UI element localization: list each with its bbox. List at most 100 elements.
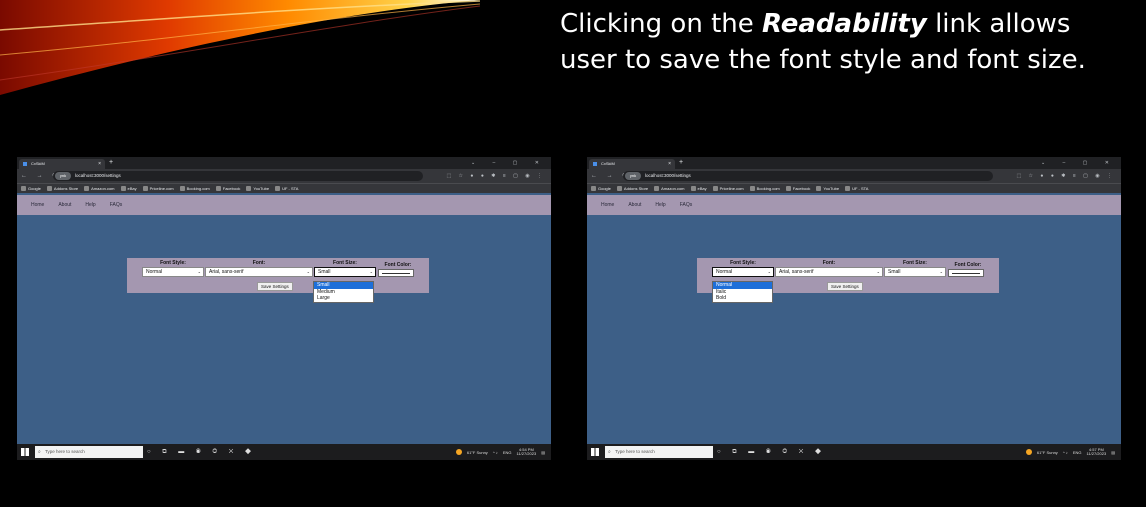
bookmark[interactable]: Facebook [785, 184, 810, 193]
bookmark[interactable]: Priceline.com [142, 184, 174, 193]
bookmark[interactable]: Facebook [215, 184, 240, 193]
tab-close-icon[interactable]: × [668, 159, 671, 169]
font-style-field: Font Style: Normal ⌄ [712, 260, 774, 277]
bookmark[interactable]: YouTube [246, 184, 269, 193]
font-color-input[interactable] [948, 269, 984, 277]
taskbar-search[interactable]: ⌕ Type here to search [35, 446, 143, 458]
font-style-select[interactable]: Normal ⌄ [142, 267, 204, 277]
bookmark-icon [275, 186, 281, 191]
font-size-select[interactable]: Small ⌄ [884, 267, 946, 277]
caption-before: Clicking on the [560, 9, 763, 39]
favicon-icon [23, 162, 27, 166]
bookmark-icon [215, 186, 221, 191]
font-style-label: Font Style: [160, 260, 186, 266]
bookmark[interactable]: Priceline.com [712, 184, 744, 193]
color-swatch [382, 273, 410, 274]
bookmark-icon [179, 186, 185, 191]
language-indicator[interactable]: ENG [503, 450, 512, 455]
tab-close-icon[interactable]: × [98, 159, 101, 169]
url-text: localhost:3000/settings [645, 173, 691, 178]
bookmark[interactable]: YouTube [816, 184, 839, 193]
chevron-down-icon: ⌄ [306, 269, 310, 274]
extension-icons[interactable]: ⬚ ☆ ● ● ✱ ≡ ▢ ◉ ⋮ [1016, 169, 1115, 183]
nav-help-link[interactable]: Help [655, 195, 665, 215]
bookmark-icon [749, 186, 755, 191]
taskbar-apps[interactable]: ○ ⧉ ▬ ◉ ◎ ✕ ◆ [717, 444, 826, 460]
dropdown-option[interactable]: Large [314, 295, 373, 302]
profile-badge[interactable]: ynk [625, 172, 641, 180]
nav-help-link[interactable]: Help [85, 195, 95, 215]
favicon-icon [593, 162, 597, 166]
font-color-label: Font Color: [954, 262, 982, 268]
font-select[interactable]: Arial, sans-serif ⌄ [775, 267, 883, 277]
bookmark[interactable]: Booking.com [179, 184, 210, 193]
clock[interactable]: 4:57 PM 11/27/2023 [1086, 447, 1106, 457]
color-swatch [952, 273, 980, 274]
save-settings-button[interactable]: Save Settings [257, 282, 293, 291]
windows-start-icon[interactable] [21, 448, 29, 456]
font-label: Font: [822, 260, 836, 266]
address-bar[interactable]: ynk localhost:3000/settings [53, 171, 423, 181]
notification-icon[interactable]: ▤ [1111, 450, 1115, 455]
bookmark[interactable]: UF - STA [275, 184, 298, 193]
save-settings-button[interactable]: Save Settings [827, 282, 863, 291]
nav-about-link[interactable]: About [58, 195, 71, 215]
font-size-label: Font Size: [903, 260, 927, 266]
browser-tab[interactable]: CxSkiM × [589, 159, 675, 169]
tray-icons[interactable]: ^ ♪ [493, 450, 498, 455]
bookmark-icon [654, 186, 660, 191]
nav-faqs-link[interactable]: FAQs [110, 195, 123, 215]
bookmark[interactable]: Booking.com [749, 184, 780, 193]
tab-title: CxSkiM [601, 161, 615, 166]
decorative-swoosh [0, 0, 480, 95]
tab-title: CxSkiM [31, 161, 45, 166]
bookmark-icon [785, 186, 791, 191]
bookmark[interactable]: Amazon.com [84, 184, 115, 193]
slide-caption: Clicking on the Readability link allows … [560, 6, 1120, 78]
font-select[interactable]: Arial, sans-serif ⌄ [205, 267, 313, 277]
caption-keyword: Readability [762, 9, 927, 39]
windows-start-icon[interactable] [591, 448, 599, 456]
nav-home-link[interactable]: Home [31, 195, 44, 215]
nav-home-link[interactable]: Home [601, 195, 614, 215]
browser-toolbar: ← → ⟳ ynk localhost:3000/settings ⬚ ☆ ● … [17, 169, 551, 183]
site-nav: Home About Help FAQs [17, 195, 551, 215]
new-tab-icon[interactable]: + [679, 157, 683, 169]
bookmark[interactable]: Addons Store [616, 184, 648, 193]
window-controls[interactable]: ⌄ – ▢ ✕ [471, 157, 547, 169]
bookmark[interactable]: UF - STA [845, 184, 868, 193]
font-field: Font: Arial, sans-serif ⌄ [205, 260, 313, 277]
bookmarks-bar: Google Addons Store Amazon.com eBay Pric… [587, 183, 1121, 193]
language-indicator[interactable]: ENG [1073, 450, 1082, 455]
font-color-input[interactable] [378, 269, 414, 277]
taskbar-search[interactable]: ⌕ Type here to search [605, 446, 713, 458]
new-tab-icon[interactable]: + [109, 157, 113, 169]
font-size-field: Font Size: Small ⌄ [314, 260, 376, 277]
nav-faqs-link[interactable]: FAQs [680, 195, 693, 215]
font-size-select[interactable]: Small ⌄ [314, 267, 376, 277]
dropdown-option[interactable]: Bold [713, 295, 772, 302]
clock[interactable]: 4:54 PM 11/27/2023 [516, 447, 536, 457]
bookmark-icon [712, 186, 718, 191]
font-color-field: Font Color: [378, 262, 418, 277]
tray-icons[interactable]: ^ ♪ [1063, 450, 1068, 455]
bookmark[interactable]: Google [21, 184, 41, 193]
nav-about-link[interactable]: About [628, 195, 641, 215]
bookmark[interactable]: Addons Store [46, 184, 78, 193]
browser-tab[interactable]: CxSkiM × [19, 159, 105, 169]
bookmark[interactable]: Google [591, 184, 611, 193]
browser-tab-bar: CxSkiM × + ⌄ – ▢ ✕ [587, 157, 1121, 169]
bookmark[interactable]: eBay [120, 184, 137, 193]
bookmark[interactable]: Amazon.com [654, 184, 685, 193]
profile-badge[interactable]: ynk [55, 172, 71, 180]
notification-icon[interactable]: ▤ [541, 450, 545, 455]
address-bar[interactable]: ynk localhost:3000/settings [623, 171, 993, 181]
bookmark[interactable]: eBay [690, 184, 707, 193]
taskbar-apps[interactable]: ○ ⧉ ▬ ◉ ◎ ✕ ◆ [147, 444, 256, 460]
font-style-select[interactable]: Normal ⌄ [712, 267, 774, 277]
browser-tab-bar: CxSkiM × + ⌄ – ▢ ✕ [17, 157, 551, 169]
font-label: Font: [252, 260, 266, 266]
window-controls[interactable]: ⌄ – ▢ ✕ [1041, 157, 1117, 169]
extension-icons[interactable]: ⬚ ☆ ● ● ✱ ≡ ▢ ◉ ⋮ [446, 169, 545, 183]
site-nav: Home About Help FAQs [587, 195, 1121, 215]
